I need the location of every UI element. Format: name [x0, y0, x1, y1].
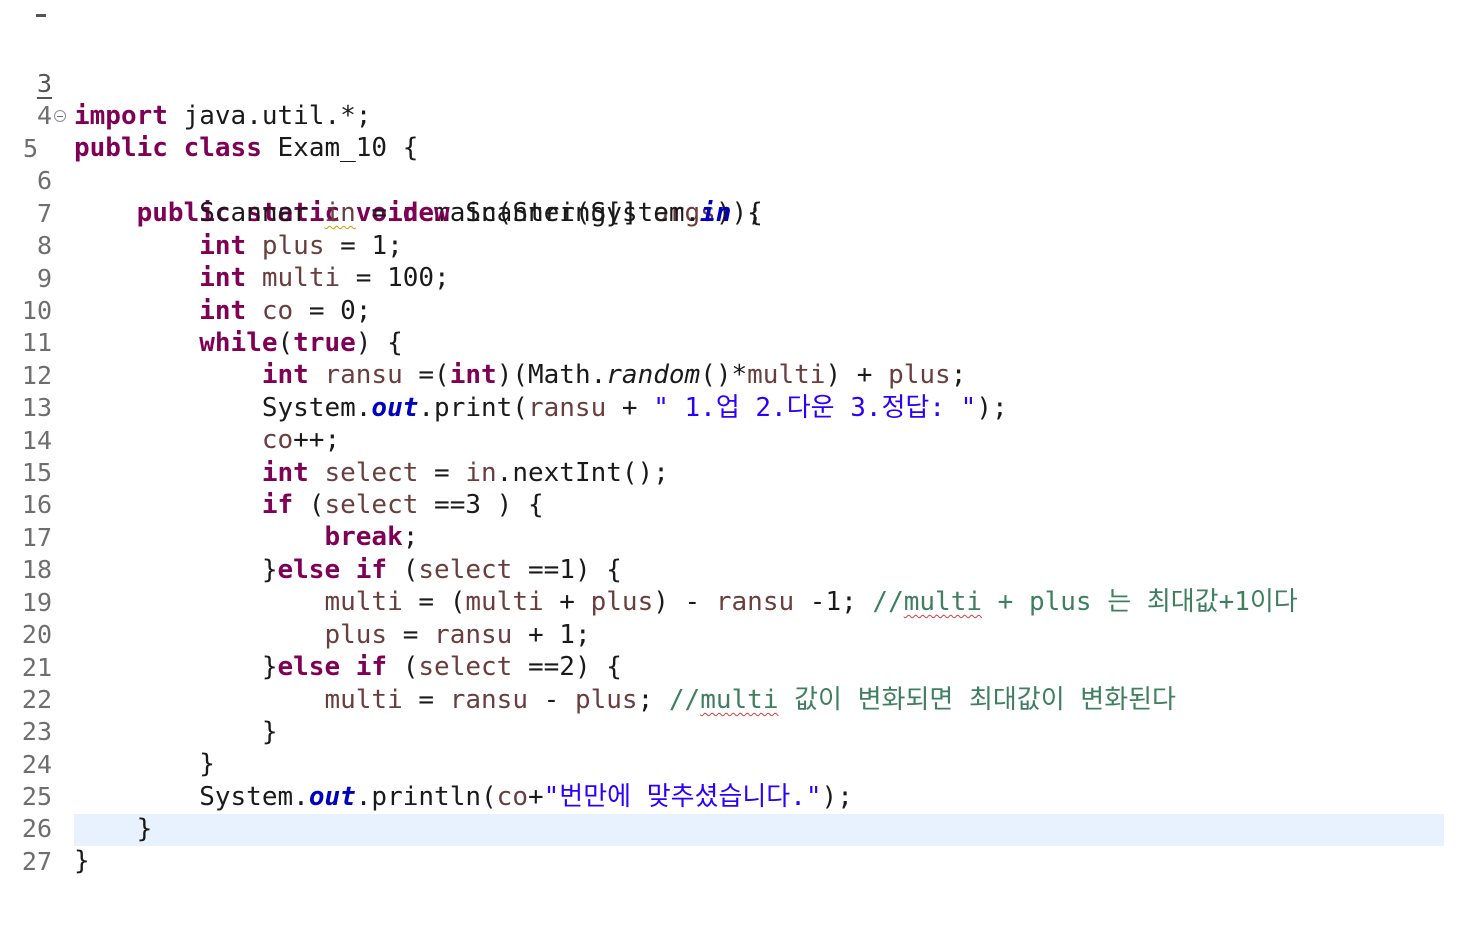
code-line[interactable]: 21 multi = ransu - plus; //multi 값이 변화되면…: [0, 620, 1468, 715]
code-line[interactable]: 11 int ransu =(int)(Math.random()*multi)…: [0, 295, 1468, 390]
code-line-current[interactable]: 27: [0, 814, 1468, 876]
code-line[interactable]: 5 public static void main(String[] args)…: [0, 101, 1468, 228]
line-number-fragment: [36, 14, 46, 17]
code-line[interactable]: 6 Scanner in = new Scanner(System.in);: [0, 133, 1468, 228]
code-line[interactable]: 12 System.out.print(ransu + " 1.업 2.다운 3…: [0, 328, 1468, 423]
code-line[interactable]: 23 }: [0, 684, 1468, 779]
line-number: 27: [21, 847, 52, 876]
code-line[interactable]: 14 int select = in.nextInt();: [0, 393, 1468, 488]
code-line[interactable]: 13 co++;: [0, 360, 1468, 455]
code-line[interactable]: 20 }else if (select ==2) {: [0, 587, 1468, 682]
code-line[interactable]: 15 if (select ==3 ) {: [0, 425, 1468, 520]
code-line[interactable]: 17 }else if (select ==1) {: [0, 490, 1468, 585]
collapse-minus-icon[interactable]: [54, 110, 66, 122]
code-line[interactable]: 18 multi = (multi + plus) - ransu -1; //…: [0, 522, 1468, 617]
code-text[interactable]: }: [74, 845, 90, 877]
code-line[interactable]: 8 int multi = 100;: [0, 198, 1468, 293]
code-line[interactable]: 24 System.out.println(co+"번만에 맞추셨습니다.");: [0, 717, 1468, 812]
code-line[interactable]: 7 int plus = 1;: [0, 166, 1468, 261]
code-line[interactable]: 26 }: [0, 781, 1468, 876]
code-line[interactable]: 19 plus = ransu + 1;: [0, 555, 1468, 650]
code-editor[interactable]: 3 import java.util.*; 4 public class Exa…: [0, 0, 1468, 902]
code-line[interactable]: 25 }: [0, 749, 1468, 844]
code-line[interactable]: 22 }: [0, 652, 1468, 747]
code-line[interactable]: 3 import java.util.*;: [0, 36, 1468, 131]
code-line[interactable]: 10 while(true) {: [0, 263, 1468, 358]
code-line[interactable]: 9 int co = 0;: [0, 231, 1468, 326]
code-line[interactable]: 4 public class Exam_10 {: [0, 68, 1468, 163]
code-line[interactable]: 16 break;: [0, 457, 1468, 552]
